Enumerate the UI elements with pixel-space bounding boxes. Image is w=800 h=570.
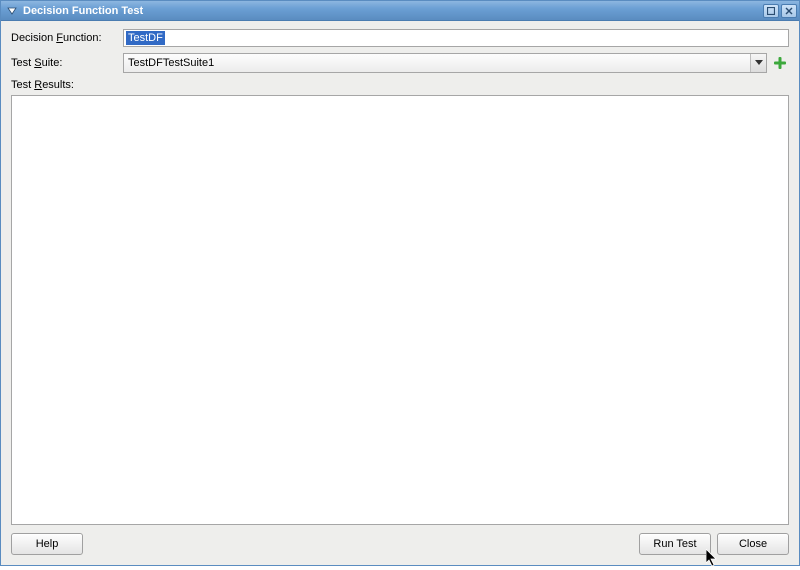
label-part: esults: (42, 79, 74, 91)
label-part: Test (11, 79, 34, 91)
add-test-suite-button[interactable] (771, 54, 789, 72)
decision-function-row: Decision Function: TestDF (11, 29, 789, 47)
decision-function-value: TestDF (126, 31, 165, 45)
test-suite-value: TestDFTestSuite1 (128, 57, 750, 69)
label-part: uite: (42, 57, 63, 69)
label-part: Test (11, 57, 34, 69)
help-button[interactable]: Help (11, 533, 83, 555)
label-mnemonic: R (34, 79, 42, 91)
label-part: Decision (11, 32, 56, 44)
label-mnemonic: F (56, 32, 63, 44)
test-suite-row: Test Suite: TestDFTestSuite1 (11, 53, 789, 73)
dialog-window: Decision Function Test Decision Function… (0, 0, 800, 566)
titlebar: Decision Function Test (1, 1, 799, 21)
test-suite-label: Test Suite: (11, 57, 119, 69)
chevron-down-icon[interactable] (750, 54, 766, 72)
test-results-area[interactable] (11, 95, 789, 525)
close-button[interactable]: Close (717, 533, 789, 555)
maximize-button[interactable] (763, 4, 779, 18)
decision-function-label: Decision Function: (11, 32, 119, 44)
app-icon (5, 4, 19, 18)
decision-function-input[interactable]: TestDF (123, 29, 789, 47)
label-mnemonic: S (34, 57, 41, 69)
window-title: Decision Function Test (23, 5, 761, 17)
test-suite-combobox[interactable]: TestDFTestSuite1 (123, 53, 767, 73)
close-window-button[interactable] (781, 4, 797, 18)
label-part: unction: (63, 32, 102, 44)
button-bar: Help Run Test Close (1, 533, 799, 565)
test-results-label: Test Results: (11, 79, 789, 91)
run-test-button[interactable]: Run Test (639, 533, 711, 555)
content-area: Decision Function: TestDF Test Suite: Te… (1, 21, 799, 533)
